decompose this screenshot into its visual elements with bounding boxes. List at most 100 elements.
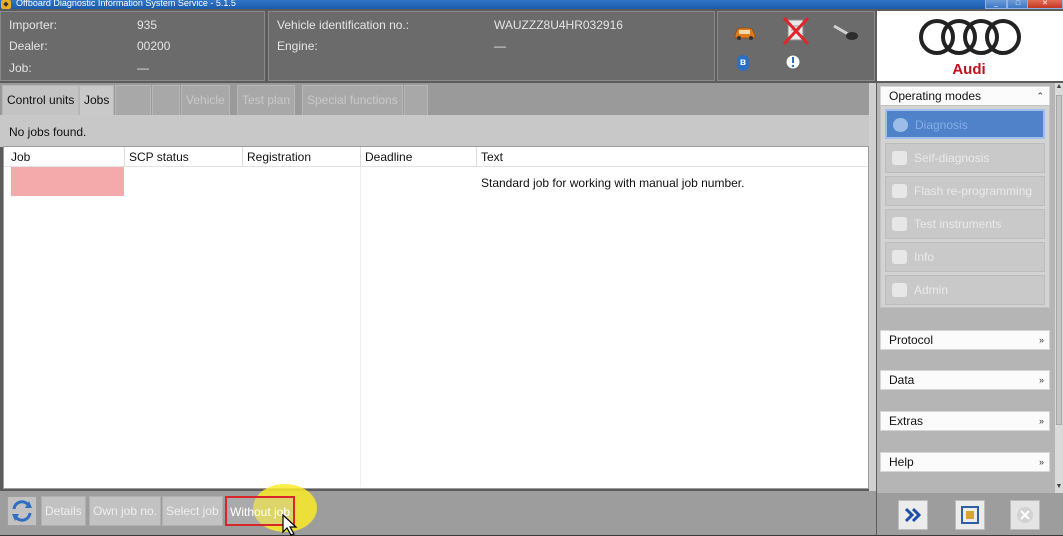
close-button[interactable]: ✕ bbox=[1027, 0, 1063, 9]
job-value: — bbox=[137, 61, 149, 75]
hand-icon bbox=[892, 151, 907, 165]
mode-label: Self-diagnosis bbox=[914, 151, 990, 165]
bluetooth-icon[interactable]: ʙ bbox=[737, 55, 749, 71]
tab-blank-3[interactable] bbox=[404, 85, 428, 115]
column-divider bbox=[476, 147, 477, 167]
refresh-button[interactable] bbox=[7, 496, 37, 526]
mode-label: Diagnosis bbox=[915, 118, 968, 132]
info-warning-icon[interactable] bbox=[784, 53, 802, 71]
title-bar: ◆ Offboard Diagnostic Information System… bbox=[0, 0, 1063, 9]
cancel-icon bbox=[1017, 507, 1033, 523]
window-title: Offboard Diagnostic Information System S… bbox=[16, 0, 236, 8]
operating-modes-header[interactable]: Operating modes ⌃ bbox=[880, 86, 1050, 106]
engine-value: — bbox=[494, 39, 506, 53]
maximize-button[interactable]: □ bbox=[1007, 0, 1029, 9]
gauge-icon bbox=[892, 217, 907, 231]
info-icon bbox=[892, 250, 907, 264]
mode-admin[interactable]: Admin bbox=[885, 275, 1045, 305]
mode-label: Admin bbox=[914, 283, 949, 297]
tab-test-plan[interactable]: Test plan bbox=[237, 85, 296, 115]
column-divider bbox=[360, 147, 361, 167]
mode-test-instruments[interactable]: Test instruments bbox=[885, 209, 1045, 239]
dealer-info-panel: Importer: 935 Dealer: 00200 Job: — bbox=[0, 11, 265, 81]
jobs-status-row: No jobs found. bbox=[0, 115, 876, 147]
brand-name: Audi bbox=[952, 61, 986, 78]
expand-icon[interactable]: » bbox=[1039, 331, 1044, 349]
column-divider bbox=[124, 147, 125, 167]
job-label: Job: bbox=[9, 61, 32, 75]
expand-icon[interactable]: » bbox=[1039, 453, 1044, 471]
flash-icon bbox=[892, 184, 907, 198]
expand-icon[interactable]: » bbox=[1039, 412, 1044, 430]
fit-screen-icon bbox=[961, 506, 979, 524]
extras-title: Extras bbox=[889, 414, 924, 428]
audi-logo: Audi bbox=[877, 11, 1063, 81]
panel-divider bbox=[869, 83, 876, 493]
selected-job-cell[interactable] bbox=[11, 167, 124, 196]
mode-info[interactable]: Info bbox=[885, 242, 1045, 272]
tab-control-units[interactable]: Control units bbox=[2, 85, 80, 115]
tab-vehicle[interactable]: Vehicle bbox=[181, 85, 230, 115]
cancel-button[interactable] bbox=[1010, 500, 1040, 530]
column-divider bbox=[242, 147, 243, 167]
own-job-number-button[interactable]: Own job no. bbox=[89, 496, 162, 526]
protocol-title: Protocol bbox=[889, 333, 934, 347]
scroll-down-icon[interactable]: ▼ bbox=[1055, 483, 1063, 490]
table-header: Job SCP status Registration Deadline Tex… bbox=[4, 147, 868, 167]
forward-button[interactable] bbox=[898, 500, 928, 530]
stethoscope-icon bbox=[893, 118, 908, 132]
mode-label: Test instruments bbox=[914, 217, 1002, 231]
scroll-up-icon[interactable]: ▲ bbox=[1055, 83, 1063, 90]
dealer-label: Dealer: bbox=[9, 39, 48, 53]
mode-self-diagnosis[interactable]: Self-diagnosis bbox=[885, 143, 1045, 173]
mode-label: Flash re-programming bbox=[914, 184, 1033, 198]
mode-label: Info bbox=[914, 250, 935, 264]
tab-special-functions[interactable]: Special functions bbox=[302, 85, 403, 115]
double-chevron-right-icon bbox=[904, 507, 922, 523]
car-icon[interactable] bbox=[733, 26, 757, 40]
scrollbar-thumb[interactable] bbox=[1056, 95, 1062, 425]
col-header-job[interactable]: Job bbox=[11, 150, 30, 164]
expand-icon[interactable]: » bbox=[1039, 371, 1044, 389]
engine-label: Engine: bbox=[277, 39, 318, 53]
bottom-toolbar: Details Own job no. Select job bbox=[0, 491, 876, 535]
mode-flash-reprogramming[interactable]: Flash re-programming bbox=[885, 176, 1045, 206]
data-title: Data bbox=[889, 373, 915, 387]
col-header-registration[interactable]: Registration bbox=[247, 150, 311, 164]
fit-screen-button[interactable] bbox=[955, 500, 985, 530]
importer-label: Importer: bbox=[9, 18, 58, 32]
key-icon[interactable] bbox=[832, 22, 860, 42]
minimize-button[interactable]: _ bbox=[985, 0, 1007, 9]
jobs-table: Job SCP status Registration Deadline Tex… bbox=[3, 146, 869, 489]
navigation-toolbar bbox=[877, 493, 1063, 535]
importer-value: 935 bbox=[137, 18, 158, 32]
select-job-button[interactable]: Select job bbox=[162, 496, 223, 526]
col-header-deadline[interactable]: Deadline bbox=[365, 150, 412, 164]
operating-modes-title: Operating modes bbox=[889, 89, 982, 103]
sidebar-scrollbar[interactable]: ▲ ▼ bbox=[1055, 83, 1063, 493]
tab-blank-1[interactable] bbox=[115, 85, 151, 115]
col-header-text[interactable]: Text bbox=[481, 150, 503, 164]
admin-icon bbox=[892, 283, 907, 297]
mode-diagnosis[interactable]: Diagnosis bbox=[885, 109, 1045, 139]
operating-modes-list: Diagnosis Self-diagnosis Flash re-progra… bbox=[880, 105, 1050, 308]
tab-blank-2[interactable] bbox=[152, 85, 180, 115]
mouse-cursor-icon bbox=[282, 514, 298, 536]
data-section[interactable]: Data » bbox=[880, 370, 1050, 390]
dealer-value: 00200 bbox=[137, 39, 171, 53]
no-jobs-text: No jobs found. bbox=[9, 125, 87, 139]
audi-rings-icon bbox=[919, 19, 1021, 55]
tab-jobs[interactable]: Jobs bbox=[79, 85, 115, 115]
protocol-section[interactable]: Protocol » bbox=[880, 330, 1050, 350]
vehicle-data-blocked-icon[interactable] bbox=[782, 16, 810, 46]
details-button[interactable]: Details bbox=[41, 496, 86, 526]
column-divider bbox=[360, 167, 361, 487]
help-section[interactable]: Help » bbox=[880, 452, 1050, 472]
collapse-icon[interactable]: ⌃ bbox=[1036, 87, 1044, 105]
col-header-scp-status[interactable]: SCP status bbox=[129, 150, 189, 164]
help-title: Help bbox=[889, 455, 914, 469]
extras-section[interactable]: Extras » bbox=[880, 411, 1050, 431]
tab-bar: Control units Jobs Vehicle Test plan Spe… bbox=[0, 83, 876, 115]
table-row-text[interactable]: Standard job for working with manual job… bbox=[481, 176, 744, 190]
odis-window: ◆ Offboard Diagnostic Information System… bbox=[0, 0, 1063, 536]
